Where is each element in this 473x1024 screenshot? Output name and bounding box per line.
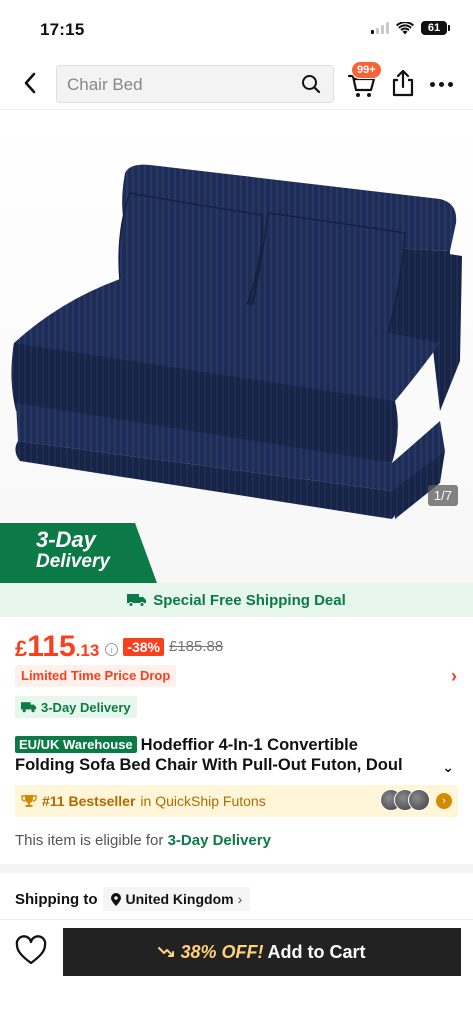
status-icons: 61 (371, 21, 450, 35)
product-image-gallery[interactable]: 1/7 3-Day Delivery (0, 111, 473, 583)
truck-icon (127, 594, 147, 607)
delivery-tag-label: 3-Day Delivery (41, 699, 131, 715)
price-main: 115 (27, 630, 76, 663)
heart-icon (15, 935, 47, 965)
search-icon[interactable] (301, 74, 321, 94)
trend-down-icon (158, 947, 175, 957)
share-button[interactable] (390, 68, 416, 98)
image-counter: 1/7 (427, 485, 458, 506)
ribbon-line1: 3-Day (36, 527, 96, 552)
country-selector[interactable]: United Kingdom › (103, 887, 251, 911)
bestseller-bar[interactable]: #11 Bestseller in QuickShip Futons › (15, 785, 458, 817)
status-bar: 17:15 61 (0, 0, 473, 54)
add-to-cart-label: Add to Cart (267, 941, 366, 962)
bestseller-thumbnails (380, 789, 430, 811)
thumbnail-image (408, 789, 430, 811)
shipping-to-row: Shipping to United Kingdom › (15, 885, 251, 913)
bestseller-category: in QuickShip Futons (140, 793, 266, 809)
location-pin-icon (111, 892, 122, 906)
eligibility-highlight: 3-Day Delivery (167, 832, 271, 849)
price-drop-tag[interactable]: Limited Time Price Drop (15, 665, 177, 687)
ribbon-line2: Delivery (36, 551, 110, 572)
truck-icon (21, 702, 37, 713)
cellular-signal-icon (371, 22, 389, 34)
add-to-cart-discount: 38% OFF! (180, 941, 264, 962)
eligibility-prefix: This item is eligible for (15, 832, 168, 849)
delivery-ribbon: 3-Day Delivery (0, 523, 157, 583)
chevron-left-icon (24, 72, 36, 94)
wifi-icon (396, 21, 414, 34)
bestseller-rank: #11 Bestseller (42, 793, 136, 809)
add-to-cart-button[interactable]: 38% OFF! Add to Cart (63, 928, 461, 976)
search-placeholder: Chair Bed (67, 75, 143, 94)
product-image (11, 164, 462, 519)
chevron-down-icon[interactable]: ⌄ (442, 757, 454, 777)
top-nav-bar: Chair Bed 99+ (0, 56, 473, 110)
price-currency: £ (15, 636, 28, 661)
battery-icon: 61 (421, 21, 450, 35)
delivery-tag: 3-Day Delivery (15, 696, 137, 718)
chevron-right-icon: › (237, 891, 243, 907)
price-decimal: .13 (75, 641, 100, 660)
country-name: United Kingdom (125, 891, 234, 907)
section-divider (0, 864, 473, 873)
arrow-right-icon[interactable]: › (436, 793, 452, 809)
shipping-to-label: Shipping to (15, 890, 98, 908)
discount-badge: -38% (123, 638, 164, 656)
title-line1: Hodeffior 4-In-1 Convertible (140, 736, 358, 754)
wishlist-button[interactable] (14, 934, 48, 968)
free-shipping-text: Special Free Shipping Deal (153, 591, 346, 609)
title-line2: Folding Sofa Bed Chair With Pull-Out Fut… (15, 756, 403, 774)
back-button[interactable] (16, 68, 44, 98)
chevron-right-icon[interactable]: › (451, 666, 457, 687)
bottom-action-bar: 38% OFF! Add to Cart (0, 919, 473, 1024)
product-title[interactable]: EU/UK Warehouse Hodeffior 4-In-1 Converti… (15, 735, 460, 775)
price-row: £ 115 .13 i -38% £185.88 (15, 628, 223, 662)
share-icon (392, 69, 414, 97)
cart-count-badge: 99+ (351, 61, 382, 79)
search-input[interactable]: Chair Bed (56, 65, 334, 103)
trophy-icon (21, 795, 37, 807)
original-price: £185.88 (168, 638, 224, 655)
free-shipping-banner: Special Free Shipping Deal (0, 583, 473, 617)
status-time: 17:15 (40, 20, 85, 39)
warehouse-badge: EU/UK Warehouse (15, 736, 137, 753)
more-options-icon[interactable] (430, 74, 458, 94)
info-icon[interactable]: i (105, 643, 119, 656)
delivery-eligibility: This item is eligible for 3-Day Delivery (15, 832, 271, 849)
